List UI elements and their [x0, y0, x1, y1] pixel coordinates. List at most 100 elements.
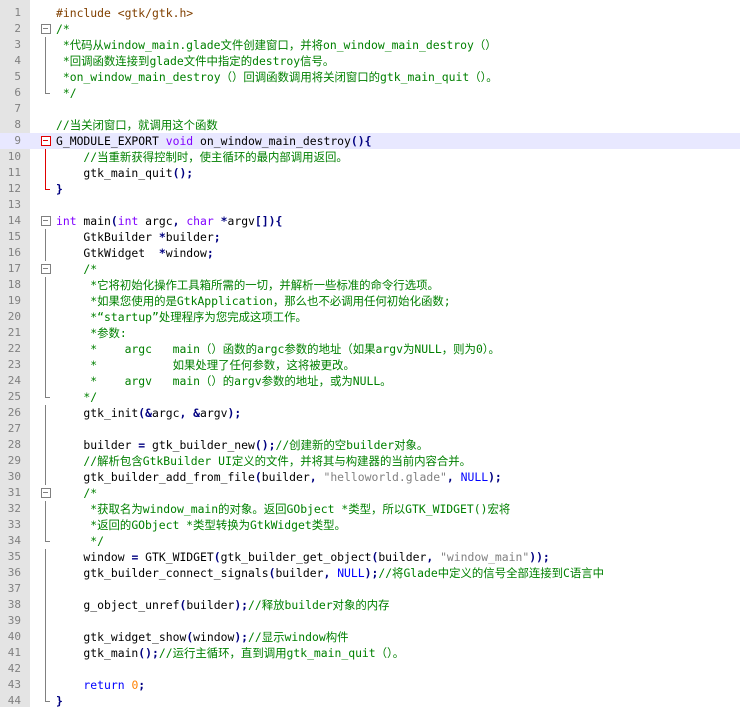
- fold-toggle-icon[interactable]: [41, 21, 51, 37]
- code-token: window: [165, 246, 207, 260]
- code-line[interactable]: 23 * 如果处理了任何参数，这将被更改。: [0, 357, 740, 373]
- fold-toggle-icon[interactable]: [41, 213, 51, 229]
- code-line[interactable]: 20 *“startup”处理程序为您完成这项工作。: [0, 309, 740, 325]
- code-line[interactable]: 30 gtk_builder_add_from_file(builder, "h…: [0, 469, 740, 485]
- code-text: /*: [56, 485, 97, 501]
- line-number: 25: [7, 390, 21, 403]
- code-line[interactable]: 12}: [0, 181, 740, 197]
- code-line[interactable]: 17 /*: [0, 261, 740, 277]
- code-line[interactable]: 19 *如果您使用的是GtkApplication，那么也不必调用任何初始化函数…: [0, 293, 740, 309]
- line-number: 28: [7, 438, 21, 451]
- code-line[interactable]: 44}: [0, 693, 740, 707]
- fold-line-marker: [41, 389, 51, 405]
- code-line[interactable]: 40 gtk_widget_show(window);//显示window构件: [0, 629, 740, 645]
- code-line[interactable]: 9 G_MODULE_EXPORT void on_window_main_des…: [0, 133, 740, 149]
- code-line[interactable]: 15 GtkBuilder *builder;: [0, 229, 740, 245]
- fold-line-marker: [41, 421, 51, 437]
- code-token: GTK_WIDGET: [138, 550, 214, 564]
- code-line[interactable]: 24 * argv main（）的argv参数的地址，或为NULL。: [0, 373, 740, 389]
- code-line[interactable]: 33 *返回的GObject *类型转换为GtkWidget类型。: [0, 517, 740, 533]
- code-token: /*: [56, 262, 98, 276]
- code-text: */: [56, 389, 97, 405]
- fold-toggle-icon[interactable]: [41, 485, 51, 501]
- line-number: 21: [7, 326, 21, 339]
- code-line[interactable]: 13: [0, 197, 740, 213]
- code-line[interactable]: 28 builder = gtk_builder_new();//创建新的空bu…: [0, 437, 740, 453]
- code-token: ;: [213, 230, 221, 244]
- code-token: char: [186, 214, 214, 228]
- code-line[interactable]: 14 int main(int argc, char *argv[]){: [0, 213, 740, 229]
- code-token: ,: [426, 550, 441, 564]
- code-text: }: [56, 693, 63, 707]
- fold-toggle-icon[interactable]: [41, 133, 51, 149]
- code-line[interactable]: 37: [0, 581, 740, 597]
- code-text: *on_window_main_destroy（）回调函数调用将关闭窗口的gtk…: [56, 69, 498, 85]
- code-line[interactable]: 34 */: [0, 533, 740, 549]
- line-number: 24: [7, 374, 21, 387]
- code-line[interactable]: 11 gtk_main_quit();: [0, 165, 740, 181]
- code-line[interactable]: 8 //当关闭窗口，就调用这个函数: [0, 117, 740, 133]
- fold-line-marker: [41, 597, 51, 613]
- code-line[interactable]: 27: [0, 421, 740, 437]
- code-token: /*: [56, 486, 98, 500]
- code-token: (: [213, 550, 221, 564]
- code-token: builder: [56, 438, 139, 452]
- code-editor[interactable]: 1 #include <gtk/gtk.h> 2/* 3 *代码从window_mai…: [0, 0, 740, 707]
- code-text: */: [56, 533, 104, 549]
- line-number: 13: [7, 198, 21, 211]
- code-line[interactable]: 26 gtk_init(&argc, &argv);: [0, 405, 740, 421]
- code-line[interactable]: 3 *代码从window_main.glade文件创建窗口，并将on_windo…: [0, 37, 740, 53]
- code-line[interactable]: 5 *on_window_main_destroy（）回调函数调用将关闭窗口的g…: [0, 69, 740, 85]
- code-token: gtk_builder_get_object: [220, 550, 372, 564]
- fold-line-marker: [41, 677, 51, 693]
- code-line[interactable]: 38 g_object_unref(builder);//释放builder对象…: [0, 597, 740, 613]
- code-line[interactable]: 41 gtk_main();//运行主循环，直到调用gtk_main_quit（…: [0, 645, 740, 661]
- line-number: 38: [7, 598, 21, 611]
- line-number: 23: [7, 358, 21, 371]
- code-line[interactable]: 35 window = GTK_WIDGET(gtk_builder_get_o…: [0, 549, 740, 565]
- code-token: argc: [152, 406, 180, 420]
- fold-line-marker: [41, 53, 51, 69]
- code-line[interactable]: 31 /*: [0, 485, 740, 501]
- code-line[interactable]: 42: [0, 661, 740, 677]
- code-line[interactable]: 2 /*: [0, 21, 740, 37]
- code-line[interactable]: 18 *它将初始化操作工具箱所需的一切，并解析一些标准的命令行选项。: [0, 277, 740, 293]
- code-token: ();: [172, 166, 194, 180]
- fold-line-marker: [41, 581, 51, 597]
- fold-line-marker: [41, 293, 51, 309]
- code-token: g_object_unref: [56, 598, 180, 612]
- code-line[interactable]: 4 *回调函数连接到glade文件中指定的destroy信号。: [0, 53, 740, 69]
- code-line[interactable]: 7: [0, 101, 740, 117]
- line-number: 26: [7, 406, 21, 419]
- code-token: argv: [200, 406, 228, 420]
- line-number: 41: [7, 646, 21, 659]
- line-number: 40: [7, 630, 21, 643]
- code-token: ();: [138, 646, 159, 660]
- code-line[interactable]: 6 */: [0, 85, 740, 101]
- code-text: */: [56, 85, 77, 101]
- code-token: builder: [186, 598, 235, 612]
- code-line[interactable]: 29 //解析包含GtkBuilder UI定义的文件，并将其与构建器的当前内容…: [0, 453, 740, 469]
- code-token: //创建新的空builder对象。: [275, 438, 429, 452]
- code-line[interactable]: 22 * argc main（）函数的argc参数的地址（如果argv为NULL…: [0, 341, 740, 357]
- code-token: int: [117, 214, 139, 228]
- code-line[interactable]: 10 //当重新获得控制时，使主循环的最内部调用返回。: [0, 149, 740, 165]
- code-line[interactable]: 36 gtk_builder_connect_signals(builder, …: [0, 565, 740, 581]
- fold-line-marker: [41, 309, 51, 325]
- code-line[interactable]: 1 #include <gtk/gtk.h>: [0, 5, 740, 21]
- code-line[interactable]: 16 GtkWidget *window;: [0, 245, 740, 261]
- code-text: //当重新获得控制时，使主循环的最内部调用返回。: [56, 149, 347, 165]
- code-token: builder: [378, 550, 427, 564]
- code-token: *它将初始化操作工具箱所需的一切，并解析一些标准的命令行选项。: [56, 278, 439, 292]
- line-number: 4: [14, 54, 21, 67]
- code-token: *“startup”处理程序为您完成这项工作。: [56, 310, 307, 324]
- code-token: ,: [446, 470, 461, 484]
- fold-toggle-icon[interactable]: [41, 261, 51, 277]
- code-line[interactable]: 25 */: [0, 389, 740, 405]
- line-number: 14: [7, 214, 21, 227]
- code-token: gtk_main: [56, 646, 139, 660]
- code-line[interactable]: 43 return 0;: [0, 677, 740, 693]
- code-line[interactable]: 21 *参数:: [0, 325, 740, 341]
- code-line[interactable]: 39: [0, 613, 740, 629]
- code-line[interactable]: 32 *获取名为window_main的对象。返回GObject *类型，所以G…: [0, 501, 740, 517]
